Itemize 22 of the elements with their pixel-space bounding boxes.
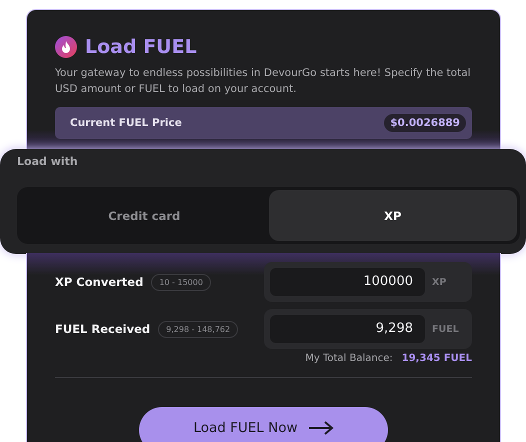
amount-field[interactable]: 100000 XP [264, 262, 472, 302]
range-badge: 9,298 - 148,762 [158, 320, 238, 338]
description: Your gateway to endless possibilities in DevourGo starts here! Specify the total USD amount or FUEL to load on your account. [55, 66, 472, 97]
field-label: XP Converted [55, 275, 144, 289]
page-title: Load FUEL [85, 36, 197, 58]
payment-option-tab[interactable]: XP [268, 190, 517, 241]
range-badge: 10 - 15000 [151, 274, 211, 290]
unit-label: FUEL [432, 324, 459, 334]
arrow-right-icon [308, 420, 334, 434]
load-fuel-button[interactable]: Load FUEL Now [139, 407, 388, 442]
unit-label: XP [432, 276, 446, 288]
price-label: Current FUEL Price [70, 117, 182, 129]
balance-value: 19,345 FUEL [402, 353, 472, 364]
amount-value: 100000 [270, 268, 425, 296]
balance-label: My Total Balance: [305, 353, 393, 364]
price-value: $0.0026889 [384, 114, 466, 132]
flame-icon [55, 36, 77, 58]
amount-value: 9,298 [270, 315, 425, 343]
field-label: FUEL Received [55, 322, 150, 336]
payment-option-tab[interactable]: Credit card [20, 190, 268, 241]
amount-field[interactable]: 9,298 FUEL [264, 309, 472, 349]
section-label: Load with [17, 155, 79, 168]
